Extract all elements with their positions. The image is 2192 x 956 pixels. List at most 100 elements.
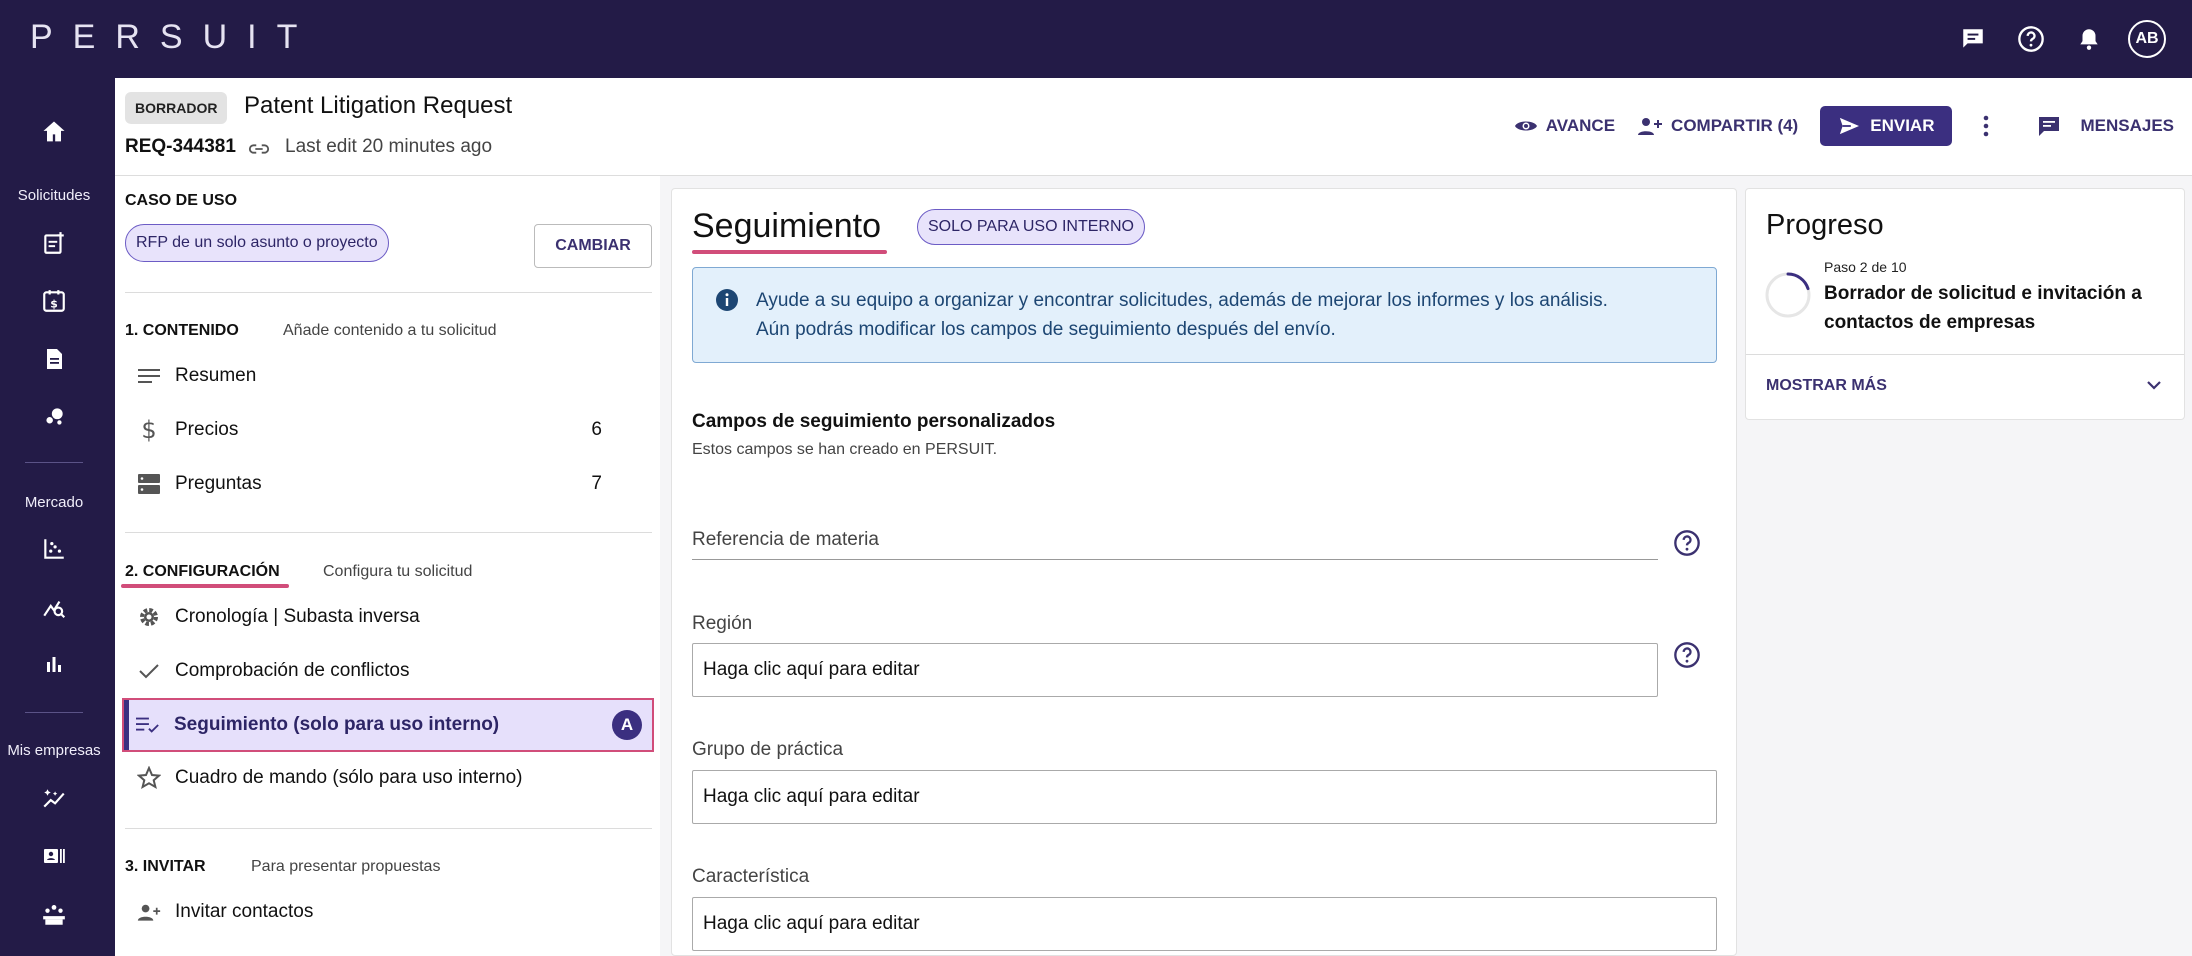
progress-ring [1764,271,1812,324]
last-edit-text: Last edit 20 minutes ago [285,136,493,157]
show-more-button[interactable]: MOSTRAR MÁS [1766,377,1887,395]
nav-count: 7 [591,473,602,494]
home-icon[interactable] [0,118,108,146]
field-underline [692,559,1658,560]
sidebar-divider [25,712,83,713]
section-label-mercado: Mercado [24,494,84,511]
section-invitar-heading: 3. INVITAR [125,858,206,875]
gear-icon [137,605,161,629]
request-steps-panel: CASO DE USO RFP de un solo asunto o proy… [115,176,660,956]
nav-item-preguntas[interactable]: Preguntas 7 [125,461,652,507]
nav-item-invitar-contactos[interactable]: Invitar contactos [125,889,652,935]
nav-label: Seguimiento (solo para uso interno) [174,714,500,735]
bell-icon[interactable] [2070,20,2108,58]
divider [125,292,652,293]
nav-label: Cronología | Subasta inversa [175,606,420,627]
info-text-line-2: Aún podrás modificar los campos de segui… [756,319,1336,340]
sparkle-trend-icon[interactable] [0,786,108,812]
checklist-icon [136,713,160,737]
share-button[interactable]: COMPARTIR (4) [1637,116,1798,136]
progress-step: Paso 2 de 10 [1824,259,1907,275]
check-icon [137,659,161,683]
help-icon[interactable] [2012,20,2050,58]
messages-label: MENSAJES [2080,116,2174,135]
nav-item-cuadro-de-mando[interactable]: Cuadro de mando (sólo para uso interno) [125,755,652,801]
help-circle-icon[interactable] [1673,641,1701,674]
request-title: Patent Litigation Request [244,92,513,119]
send-icon [1840,117,1860,135]
section-contenido-heading: 1. CONTENIDO [125,322,239,339]
region-field[interactable]: Haga clic aquí para editar [692,643,1658,697]
nav-label: Resumen [175,365,257,386]
person-add-icon [1638,118,1663,135]
nav-label: Preguntas [175,473,262,494]
divider [125,828,652,829]
field-label-caracteristica: Característica [692,866,810,887]
top-bar: PERSUIT AB [0,0,2192,78]
use-case-heading: CASO DE USO [125,192,238,209]
message-icon [2039,117,2060,136]
section-label-mis-empresas: Mis empresas [7,742,101,759]
link-icon[interactable] [246,138,272,165]
section-invitar-sub: Para presentar propuestas [251,858,441,875]
progress-description: Borrador de solicitud e invitación a con… [1824,283,2142,333]
preview-button[interactable]: AVANCE [1514,116,1615,136]
section-configuracion-sub: Configura tu solicitud [323,563,473,580]
nav-label: Precios [175,419,239,440]
feature-field[interactable]: Haga clic aquí para editar [692,897,1717,951]
use-case-chip: RFP de un solo asunto o proyecto [125,224,389,262]
practice-group-field[interactable]: Haga clic aquí para editar [692,770,1717,824]
firms-icon[interactable] [0,902,108,928]
persuit-logo[interactable]: PERSUIT [30,18,317,57]
info-banner: Ayude a su equipo a organizar y encontra… [692,267,1717,363]
section-contenido-sub: Añade contenido a tu solicitud [283,322,497,339]
document-icon[interactable] [0,346,108,372]
title-underline [692,250,887,254]
progress-card: Progreso Paso 2 de 10 Borrador de solici… [1745,188,2185,420]
send-button[interactable]: ENVIAR [1820,106,1953,146]
scatter-chart-icon[interactable] [0,536,108,562]
chat-icon[interactable] [1954,20,1992,58]
info-text: Ayude a su equipo a organizar y encontra… [756,286,1608,344]
nav-item-seguimiento[interactable]: Seguimiento (solo para uso interno) A [122,698,654,752]
custom-fields-sub: Estos campos se han creado en PERSUIT. [692,441,998,458]
person-add-icon [137,900,161,924]
dollar-icon: $ [141,416,157,444]
svg-text:$: $ [50,298,58,311]
custom-fields-heading: Campos de seguimiento personalizados [692,411,1056,432]
bubbles-icon[interactable] [0,404,108,430]
search-insights-icon[interactable] [0,594,108,620]
divider [125,532,652,533]
page-title: Seguimiento [692,207,882,245]
nav-item-resumen[interactable]: Resumen [125,353,652,399]
chevron-down-icon[interactable] [2144,375,2164,400]
change-use-case-button[interactable]: CAMBIAR [534,224,652,268]
divider [1746,354,2184,355]
request-id: REQ-344381 [125,136,236,157]
bar-chart-icon[interactable] [0,652,108,676]
new-request-icon[interactable] [0,230,108,256]
field-label-grupo: Grupo de práctica [692,739,844,760]
nav-item-precios[interactable]: $ Precios 6 [125,407,652,453]
status-badge: BORRADOR [125,92,228,124]
section-active-underline [121,584,289,588]
contact-card-icon[interactable] [0,844,108,868]
nav-label: Cuadro de mando (sólo para uso interno) [175,767,523,788]
request-header: BORRADOR Patent Litigation Request REQ-3… [115,78,2192,176]
more-menu-button[interactable] [1982,114,1990,138]
calendar-dollar-icon[interactable]: $ [0,288,108,314]
nav-count: 6 [591,419,602,440]
nav-label: Comprobación de conflictos [175,660,410,681]
avatar[interactable]: AB [2128,20,2166,58]
messages-button[interactable]: MENSAJES [2036,114,2174,138]
section-configuracion-heading: 2. CONFIGURACIÓN [125,563,280,580]
nav-label: Invitar contactos [175,901,314,922]
more-vert-icon [1984,115,1989,137]
help-circle-icon[interactable] [1673,529,1701,562]
nav-item-cronologia[interactable]: Cronología | Subasta inversa [125,594,652,640]
side-nav: Solicitudes $ Mercado Mis empresas [0,78,115,956]
field-label-region: Región [692,613,753,634]
nav-item-conflictos[interactable]: Comprobación de conflictos [125,648,652,694]
field-referencia-input[interactable]: Referencia de materia [692,529,879,551]
star-icon [137,766,161,790]
